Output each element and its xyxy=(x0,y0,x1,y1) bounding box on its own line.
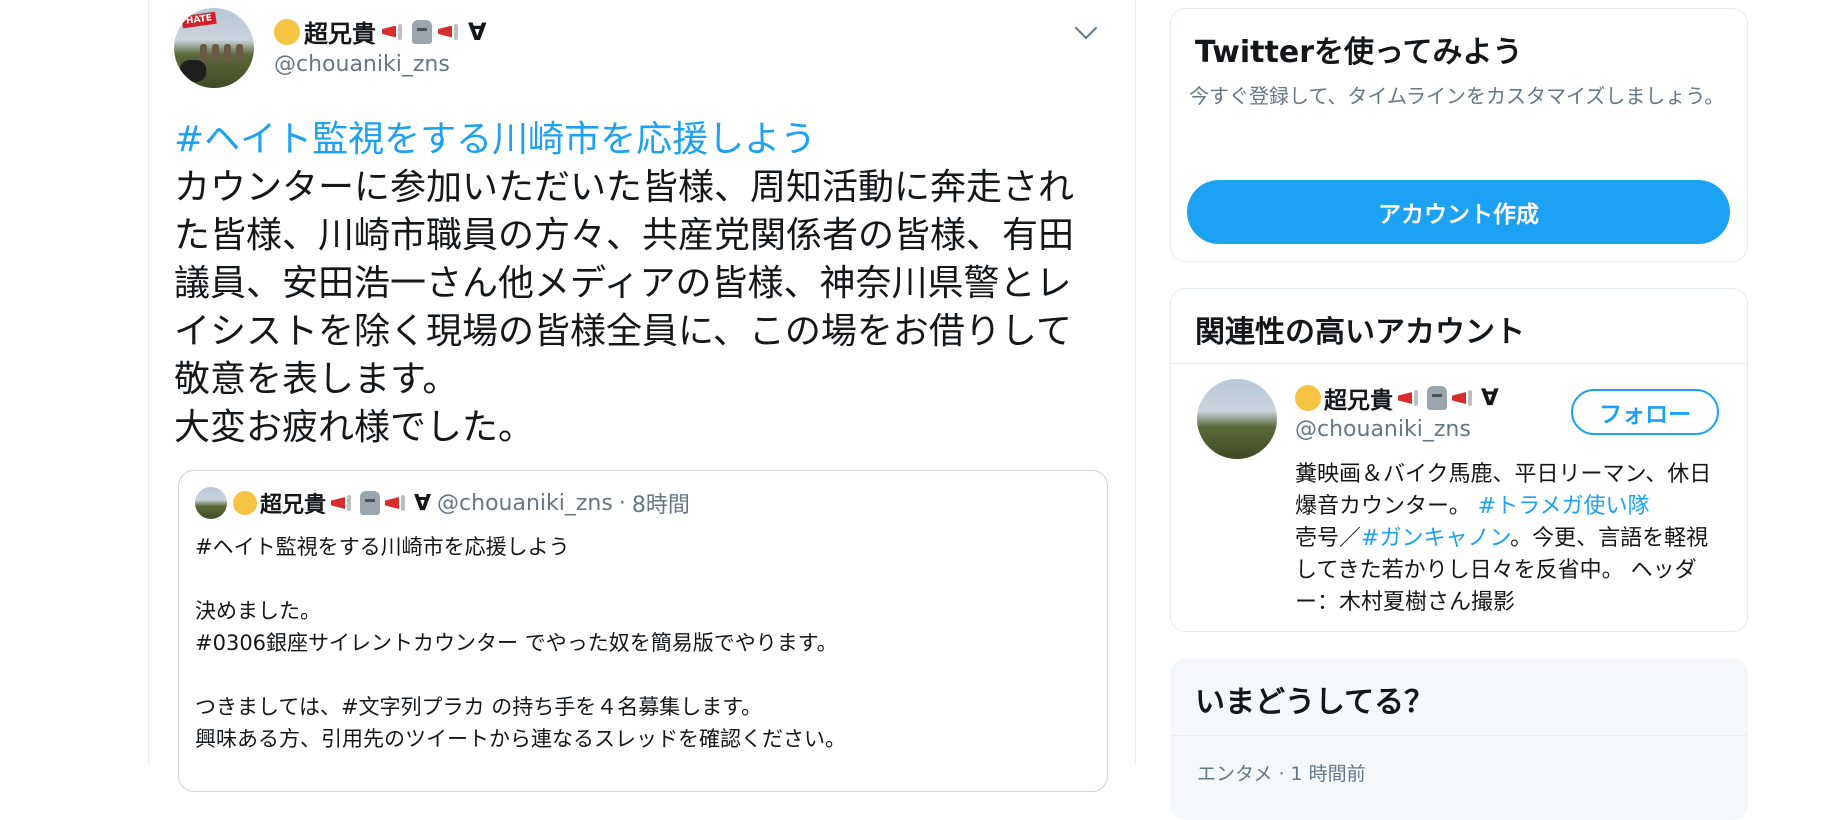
bio-text: 壱号／ xyxy=(1295,526,1362,551)
create-account-button[interactable]: アカウント作成 xyxy=(1187,180,1730,244)
follow-button[interactable]: フォロー xyxy=(1571,389,1719,435)
related-account-avatar[interactable] xyxy=(1197,379,1277,459)
author-name-suffix: ∀ xyxy=(468,17,487,46)
yellow-circle-icon xyxy=(274,18,300,45)
avatar-detail xyxy=(236,44,243,62)
yellow-circle-icon xyxy=(233,491,257,515)
trends-card: いまどうしてる？ エンタメ · 1 時間前 xyxy=(1170,658,1748,820)
quoted-author-handle: @chouaniki_zns xyxy=(437,490,613,516)
related-accounts-card: 関連性の高いアカウント 超兄貴 ∀ @chouaniki_zns フォロー 糞映… xyxy=(1170,288,1748,632)
avatar-detail xyxy=(200,44,207,62)
bio-hashtag[interactable]: #ガンキャノン xyxy=(1361,526,1510,551)
signup-card: Twitterを使ってみよう 今すぐ登録して、タイムラインをカスタマイズしましょ… xyxy=(1170,8,1748,262)
megaphone-icon xyxy=(1450,387,1478,409)
tweet-body-text: カウンターに参加いただいた皆様、周知活動に奔走された皆様、川崎市職員の方々、共産… xyxy=(174,167,1075,448)
bio-hashtag[interactable]: #トラメガ使い隊 xyxy=(1478,494,1650,519)
quoted-tweet-text: #ヘイト監視をする川崎市を応援しよう 決めました。 #0306銀座サイレントカウ… xyxy=(195,535,846,751)
signup-card-description: 今すぐ登録して、タイムラインをカスタマイズしましょう。 xyxy=(1189,84,1725,108)
megaphone-icon xyxy=(1396,387,1424,409)
trend-item-meta[interactable]: エンタメ · 1 時間前 xyxy=(1197,759,1366,786)
quoted-author-name: 超兄貴 xyxy=(260,493,327,518)
tweet-text: #ヘイト監視をする川崎市を応援しよう カウンターに参加いただいた皆様、周知活動に… xyxy=(174,116,1104,452)
left-gutter xyxy=(0,0,149,765)
related-account-name-line[interactable]: 超兄貴 ∀ xyxy=(1295,381,1499,415)
megaphone-icon xyxy=(436,21,464,43)
author-name-line[interactable]: 超兄貴 ∀ xyxy=(274,14,487,49)
quoted-timestamp: 8時間 xyxy=(631,493,690,518)
avatar-badge: HATE xyxy=(181,11,217,29)
quoted-author-name-line: 超兄貴 ∀ xyxy=(233,487,431,519)
quoted-tweet[interactable]: 超兄貴 ∀ @chouaniki_zns · 8時間 #ヘイト監視をする川崎市を… xyxy=(178,470,1108,792)
chevron-down-icon[interactable] xyxy=(1074,16,1098,40)
avatar-detail xyxy=(180,60,206,82)
avatar-detail xyxy=(212,44,219,62)
yellow-circle-icon xyxy=(1295,385,1321,411)
related-account-handle[interactable]: @chouaniki_zns xyxy=(1295,417,1471,442)
megaphone-icon xyxy=(380,21,408,43)
related-accounts-title: 関連性の高いアカウント xyxy=(1195,315,1525,350)
signup-card-title: Twitterを使ってみよう xyxy=(1195,35,1523,70)
author-avatar[interactable]: HATE xyxy=(174,8,254,88)
card-divider xyxy=(1171,735,1747,736)
quoted-separator: · xyxy=(618,490,626,516)
megaphone-icon xyxy=(329,492,357,514)
trends-title: いまどうしてる？ xyxy=(1195,685,1435,720)
quoted-author-avatar xyxy=(195,487,227,519)
author-handle[interactable]: @chouaniki_zns xyxy=(274,52,450,77)
tweet-header: HATE 超兄貴 ∀ @chouaniki_zns xyxy=(174,8,1104,88)
quoted-author-name-suffix: ∀ xyxy=(414,490,432,516)
avatar-detail xyxy=(224,44,231,62)
related-account-name-suffix: ∀ xyxy=(1481,385,1499,411)
card-divider xyxy=(1171,363,1747,364)
megaphone-icon xyxy=(383,492,411,514)
moai-icon xyxy=(1427,386,1447,410)
moai-icon xyxy=(412,19,432,44)
author-name: 超兄貴 xyxy=(304,20,376,48)
tweet-hashtag[interactable]: #ヘイト監視をする川崎市を応援しよう xyxy=(174,116,1104,164)
quoted-tweet-header: 超兄貴 ∀ @chouaniki_zns · 8時間 xyxy=(195,487,690,519)
moai-icon xyxy=(360,491,381,515)
related-account-name: 超兄貴 xyxy=(1324,388,1393,414)
tweet-column: HATE 超兄貴 ∀ @chouaniki_zns #ヘイト監視をする川崎市を応… xyxy=(148,0,1136,792)
related-account-bio: 糞映画＆バイク馬鹿、平日リーマン、休日爆音カウンター。 #トラメガ使い隊 壱号／#… xyxy=(1295,459,1725,619)
